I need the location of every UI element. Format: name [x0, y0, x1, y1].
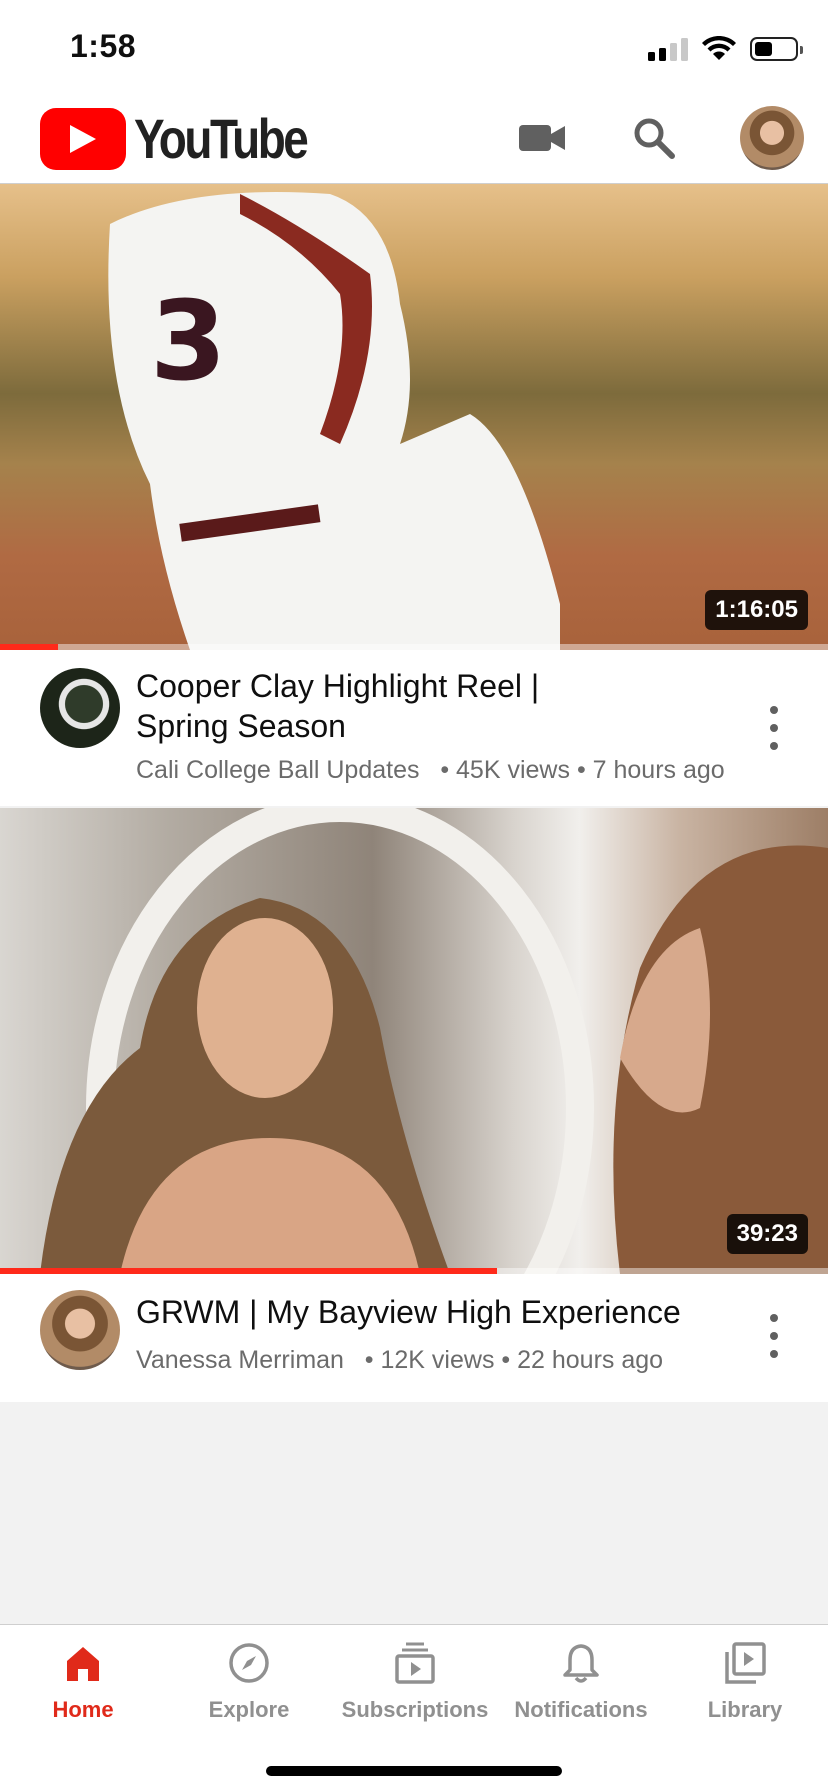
video-title: Cooper Clay Highlight Reel | Spring Seas… [136, 668, 540, 744]
channel-avatar[interactable] [40, 1290, 120, 1370]
nav-subscriptions[interactable]: Subscriptions [332, 1639, 498, 1723]
status-icons [648, 36, 803, 62]
video-card[interactable]: 3 1:16:05 Cooper Clay Highlight Reel | S… [0, 184, 828, 806]
wifi-icon [702, 36, 736, 60]
nav-library[interactable]: Library [662, 1639, 828, 1723]
upload-age: 22 hours ago [517, 1346, 664, 1374]
home-icon [59, 1639, 107, 1687]
logo-text: YouTube [134, 107, 309, 170]
more-options-icon[interactable] [762, 706, 786, 750]
compass-icon [225, 1639, 273, 1687]
video-meta[interactable]: GRWM | My Bayview High Experience Vaness… [0, 1274, 828, 1402]
nav-home[interactable]: Home [0, 1639, 166, 1723]
upload-age: 7 hours ago [592, 756, 725, 784]
cellular-signal-icon [648, 37, 688, 61]
channel-name[interactable]: Cali College Ball Updates [136, 756, 419, 784]
subscriptions-icon [391, 1639, 439, 1687]
video-meta[interactable]: Cooper Clay Highlight Reel | Spring Seas… [0, 650, 828, 806]
battery-icon [750, 37, 803, 61]
nav-notifications[interactable]: Notifications [498, 1639, 664, 1723]
video-subtitle: Cali College Ball Updates • 45K views • … [136, 756, 725, 784]
thumbnail-art: 3 [108, 192, 560, 650]
library-icon [721, 1639, 769, 1687]
play-logo-icon [40, 107, 126, 170]
bell-icon [557, 1639, 605, 1687]
account-avatar[interactable] [740, 106, 804, 170]
video-duration: 1:16:05 [705, 590, 808, 630]
video-thumbnail[interactable]: 3 1:16:05 [0, 184, 828, 650]
video-title: GRWM | My Bayview High Experience [136, 1294, 681, 1330]
video-duration: 39:23 [726, 1214, 808, 1254]
view-count: 45K views [456, 756, 570, 784]
channel-avatar[interactable] [40, 668, 120, 748]
video-subtitle: Vanessa Merriman • 12K views • 22 hours … [136, 1346, 664, 1374]
home-indicator[interactable] [266, 1766, 562, 1776]
channel-name[interactable]: Vanessa Merriman [136, 1346, 344, 1374]
nav-explore[interactable]: Explore [166, 1639, 332, 1723]
video-thumbnail[interactable]: 39:23 [0, 808, 828, 1274]
camera-icon[interactable] [512, 108, 572, 168]
view-count: 12K views [380, 1346, 495, 1374]
top-area: 1:58 YouTube [0, 0, 828, 184]
search-icon[interactable] [624, 108, 684, 168]
svg-text:3: 3 [150, 277, 227, 405]
more-options-icon[interactable] [762, 1314, 786, 1358]
video-card[interactable]: 39:23 GRWM | My Bayview High Experience … [0, 808, 828, 1402]
status-time: 1:58 [70, 28, 137, 64]
thumbnail-art [40, 808, 828, 1274]
youtube-logo[interactable]: YouTube [40, 106, 344, 171]
